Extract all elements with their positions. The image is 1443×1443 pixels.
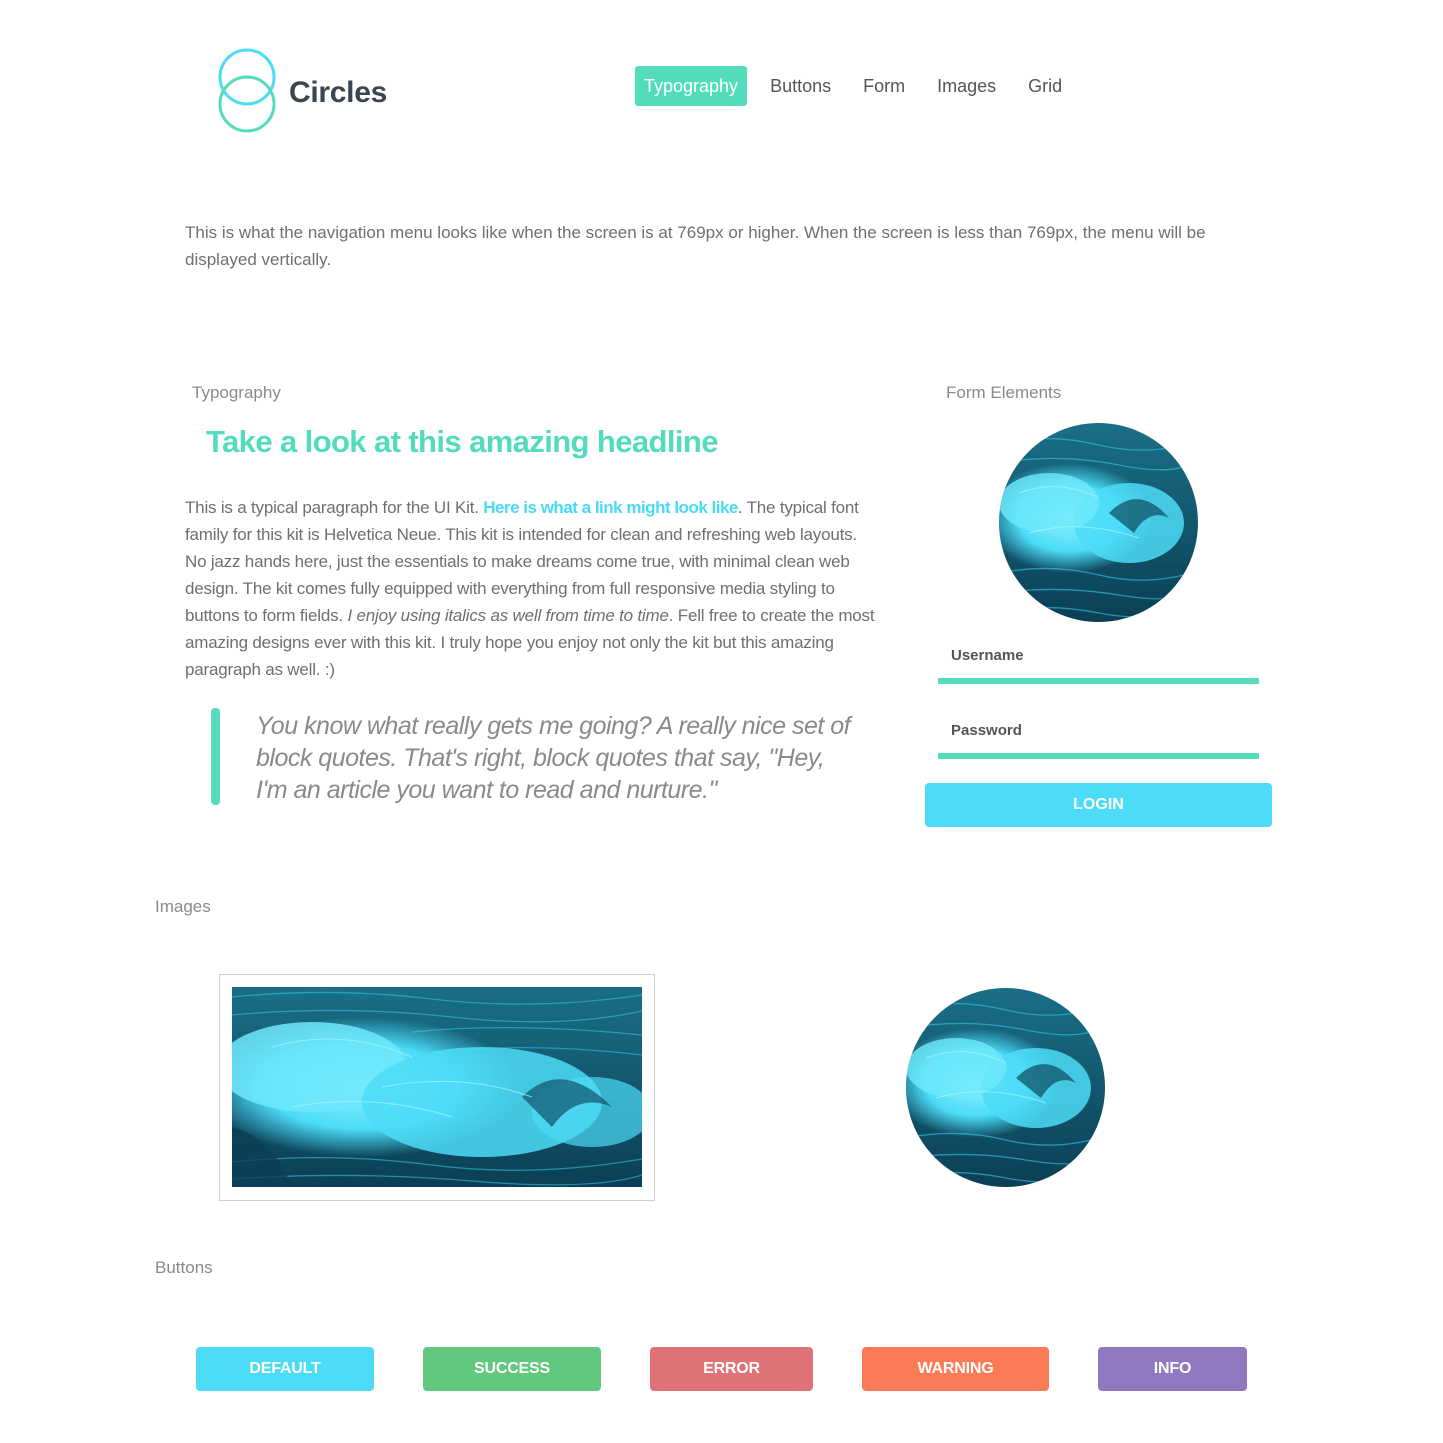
sample-link[interactable]: Here is what a link might look like: [483, 498, 738, 517]
logo-icon[interactable]: [214, 48, 280, 134]
default-button[interactable]: DEFAULT: [196, 1347, 374, 1391]
nav-item-images[interactable]: Images: [928, 66, 1005, 106]
success-button[interactable]: SUCCESS: [423, 1347, 601, 1391]
double-circle-logo-icon: [218, 48, 276, 133]
nav-item-form[interactable]: Form: [854, 66, 914, 106]
warning-button[interactable]: WARNING: [862, 1347, 1049, 1391]
images-section-label: Images: [155, 897, 211, 916]
framed-ocean-image: [202, 974, 655, 1201]
typography-section-label: Typography: [192, 383, 281, 402]
body-paragraph: This is a typical paragraph for the UI K…: [185, 494, 875, 683]
italic-text: I enjoy using italics as well from time …: [347, 606, 669, 625]
buttons-section-label: Buttons: [155, 1258, 213, 1277]
info-button[interactable]: INFO: [1098, 1347, 1247, 1391]
blockquote-bar: [211, 708, 220, 805]
login-button[interactable]: LOGIN: [925, 783, 1272, 827]
form-section-label: Form Elements: [946, 383, 1062, 402]
ocean-wave-image: [202, 987, 652, 1187]
main-nav: Typography Buttons Form Images Grid: [635, 66, 1085, 106]
password-input[interactable]: [938, 717, 1259, 753]
error-button[interactable]: ERROR: [650, 1347, 813, 1391]
nav-item-typography[interactable]: Typography: [635, 66, 748, 106]
brand-name[interactable]: Circles: [289, 73, 387, 113]
intro-text: This is what the navigation menu looks l…: [185, 223, 1206, 269]
password-underline: [938, 753, 1259, 759]
blockquote: You know what really gets me going? A re…: [256, 712, 851, 804]
nav-item-buttons[interactable]: Buttons: [761, 66, 840, 106]
username-underline: [938, 678, 1259, 684]
ocean-avatar-image: [999, 423, 1198, 622]
nav-item-grid[interactable]: Grid: [1019, 66, 1071, 106]
ocean-circle-image: [906, 988, 1105, 1187]
paragraph-text: This is a typical paragraph for the UI K…: [185, 498, 484, 517]
headline: Take a look at this amazing headline: [206, 424, 718, 459]
username-input[interactable]: [938, 642, 1259, 678]
